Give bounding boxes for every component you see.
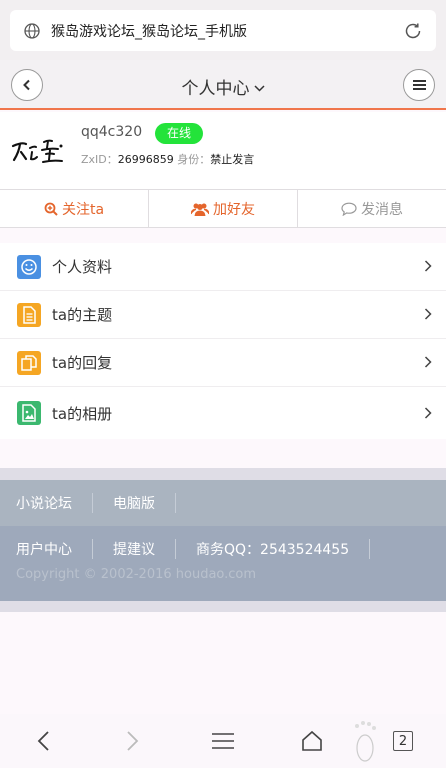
chevron-down-icon — [253, 77, 265, 97]
follow-label: 关注ta — [61, 201, 105, 218]
browser-menu-icon[interactable] — [210, 728, 236, 754]
footer-nav-secondary: 用户中心 提建议 商务QQ：2543524455 Copyright © 200… — [0, 526, 446, 601]
status-badge: 在线 — [155, 123, 203, 144]
follow-button[interactable]: 关注ta — [0, 190, 149, 227]
page-url-title: 猴岛游戏论坛_猴岛论坛_手机版 — [51, 23, 247, 40]
browser-back-icon[interactable] — [30, 728, 56, 754]
chevron-right-icon — [424, 353, 432, 372]
message-label: 发消息 — [361, 201, 403, 218]
copyright-text: Copyright © 2002-2016 houdao.com — [16, 567, 257, 582]
page-title[interactable]: 个人中心 — [0, 74, 446, 99]
image-file-icon — [17, 401, 41, 425]
chevron-right-icon — [424, 305, 432, 324]
list-item-label: ta的主题 — [52, 306, 113, 324]
add-friend-label: 加好友 — [213, 201, 255, 218]
document-icon — [17, 302, 41, 327]
footer-link-user-center[interactable]: 用户中心 — [16, 539, 93, 559]
hamburger-icon — [412, 80, 426, 90]
zxid-value: 26996859 — [117, 153, 174, 166]
list-item-topics[interactable]: ta的主题 — [0, 291, 446, 339]
list-item-replies[interactable]: ta的回复 — [0, 339, 446, 387]
chevron-right-icon — [424, 257, 432, 276]
avatar[interactable] — [10, 132, 66, 168]
copy-icon — [17, 350, 41, 375]
browser-toolbar: 2 — [0, 714, 446, 768]
footprint-icon — [346, 718, 382, 764]
profile-menu-list: 个人资料 ta的主题 ta的回复 ta的相册 — [0, 243, 446, 439]
browser-forward-icon[interactable] — [120, 728, 146, 754]
profile-actions: 关注ta 加好友 发消息 — [0, 190, 446, 228]
role-value: 禁止发言 — [210, 153, 255, 166]
smiley-icon — [17, 254, 41, 279]
reload-icon[interactable] — [402, 20, 424, 42]
browser-home-icon[interactable] — [299, 728, 325, 754]
footer-link-novel-forum[interactable]: 小说论坛 — [16, 493, 93, 513]
zxid-label: ZxID： — [81, 153, 118, 166]
tab-count: 2 — [393, 731, 413, 751]
search-plus-icon — [44, 202, 58, 216]
browser-tabs-button[interactable]: 2 — [390, 728, 416, 754]
address-bar[interactable]: 猴岛游戏论坛_猴岛论坛_手机版 — [10, 10, 436, 51]
username: qq4c320 — [81, 124, 143, 140]
page-title-text: 个人中心 — [181, 79, 250, 99]
comment-icon — [341, 202, 357, 216]
list-item-profile-info[interactable]: 个人资料 — [0, 243, 446, 291]
profile-card: qq4c320 在线 ZxID：26996859 身份：禁止发言 — [0, 112, 446, 190]
users-icon — [191, 202, 209, 216]
list-item-label: ta的相册 — [52, 404, 113, 423]
footer-link-desktop-version[interactable]: 电脑版 — [113, 493, 176, 513]
message-button[interactable]: 发消息 — [298, 190, 446, 227]
footer-link-business-qq[interactable]: 商务QQ：2543524455 — [196, 539, 371, 559]
footer-link-feedback[interactable]: 提建议 — [113, 539, 176, 559]
list-item-label: 个人资料 — [52, 258, 113, 276]
footer-nav-primary: 小说论坛 电脑版 — [0, 480, 446, 526]
profile-meta: ZxID：26996859 身份：禁止发言 — [81, 151, 254, 167]
globe-icon — [23, 22, 41, 40]
list-item-album[interactable]: ta的相册 — [0, 387, 446, 439]
role-label: 身份： — [173, 153, 211, 166]
menu-button[interactable] — [403, 69, 435, 101]
chevron-right-icon — [424, 404, 432, 423]
footer-divider — [0, 601, 446, 612]
page-header: 个人中心 — [0, 60, 446, 110]
browser-address-area: 猴岛游戏论坛_猴岛论坛_手机版 — [0, 0, 446, 60]
list-item-label: ta的回复 — [52, 354, 113, 372]
footer-divider — [0, 468, 446, 480]
add-friend-button[interactable]: 加好友 — [149, 190, 298, 227]
